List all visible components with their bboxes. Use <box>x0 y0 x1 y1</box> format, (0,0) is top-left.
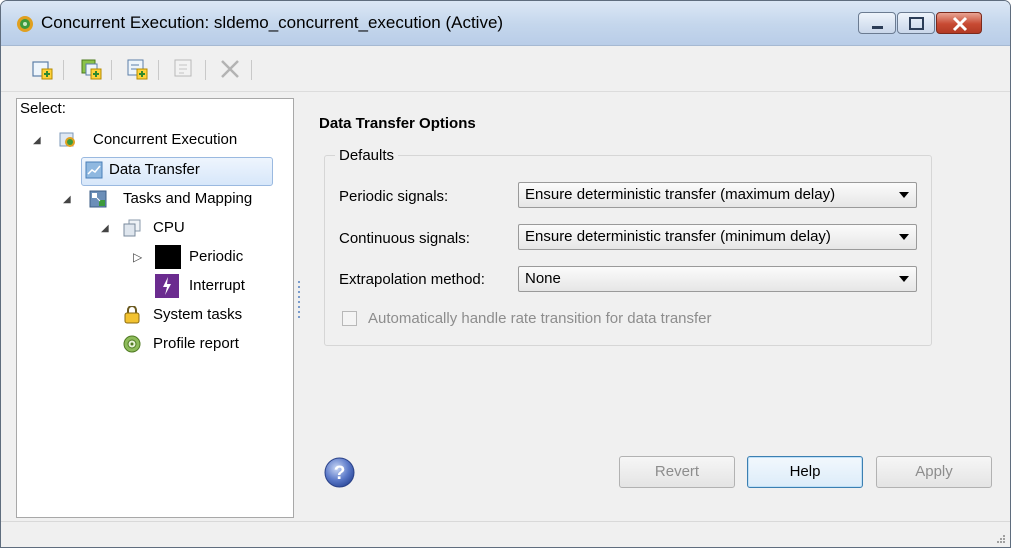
concurrent-execution-window: Concurrent Execution: sldemo_concurrent_… <box>0 0 1011 548</box>
continuous-signals-dropdown[interactable]: Ensure deterministic transfer (minimum d… <box>518 224 917 250</box>
tree-item-label: Periodic <box>189 248 244 265</box>
expand-arrow-icon[interactable]: ◢ <box>101 217 109 241</box>
close-button[interactable] <box>936 12 982 34</box>
collapsed-arrow-icon[interactable]: ▷ <box>133 245 142 269</box>
svg-text:?: ? <box>334 463 346 484</box>
expand-arrow-icon[interactable]: ◢ <box>33 129 41 153</box>
section-heading: Data Transfer Options <box>319 115 476 132</box>
profile-report-icon <box>123 335 141 353</box>
toolbar-separator <box>158 60 159 80</box>
expand-arrow-icon[interactable]: ◢ <box>63 188 71 212</box>
periodic-icon <box>155 245 181 269</box>
help-icon[interactable]: ? <box>324 457 355 488</box>
extrapolation-method-dropdown[interactable]: None <box>518 266 917 292</box>
periodic-signals-value: Ensure deterministic transfer (maximum d… <box>525 186 836 203</box>
tree-item-interrupt[interactable]: Interrupt <box>17 274 293 298</box>
chevron-down-icon <box>899 192 909 198</box>
tree-item-label: Profile report <box>153 335 239 352</box>
continuous-signals-value: Ensure deterministic transfer (minimum d… <box>525 228 831 245</box>
maximize-button[interactable] <box>897 12 935 34</box>
pane-splitter[interactable] <box>297 281 301 321</box>
tree-item-label: Interrupt <box>189 277 245 294</box>
toolbar <box>1 46 1010 92</box>
rate-transition-label: Automatically handle rate transition for… <box>368 310 712 327</box>
tree-pane: Select: ◢ Concurrent Execution Data Tran… <box>16 98 294 518</box>
revert-button[interactable]: Revert <box>619 456 735 488</box>
chevron-down-icon <box>899 276 909 282</box>
system-tasks-icon <box>124 306 140 324</box>
rate-transition-checkbox[interactable] <box>342 311 357 326</box>
window-title: Concurrent Execution: sldemo_concurrent_… <box>41 13 504 32</box>
tree-item-label: System tasks <box>153 306 243 323</box>
tree-item-cpu[interactable]: ◢ CPU <box>17 216 293 240</box>
defaults-group-label: Defaults <box>335 147 399 164</box>
tree-item-concurrent-execution[interactable]: ◢ Concurrent Execution <box>17 128 293 152</box>
concurrent-execution-icon <box>59 132 75 147</box>
tree-item-label: Data Transfer <box>109 161 200 178</box>
select-label: Select: <box>20 100 66 117</box>
status-bar <box>1 521 1010 547</box>
periodic-signals-label: Periodic signals: <box>339 188 449 205</box>
add-mapping-icon <box>174 59 192 77</box>
title-bar: Concurrent Execution: sldemo_concurrent_… <box>1 1 1010 46</box>
apply-button[interactable]: Apply <box>876 456 992 488</box>
tree-item-profile-report[interactable]: Profile report <box>17 332 293 356</box>
add-periodic-button[interactable] <box>125 57 149 81</box>
add-periodic-icon <box>127 59 148 80</box>
add-mapping-button[interactable] <box>172 57 196 81</box>
toolbar-separator <box>251 60 252 80</box>
minimize-icon <box>872 26 883 29</box>
delete-icon <box>221 60 239 78</box>
chevron-down-icon <box>899 234 909 240</box>
delete-button[interactable] <box>218 57 242 81</box>
tree-item-label: Tasks and Mapping <box>123 190 253 207</box>
toolbar-separator <box>111 60 112 80</box>
tree-item-label: CPU <box>153 219 185 236</box>
tasks-mapping-icon <box>89 190 107 208</box>
toolbar-separator <box>205 60 206 80</box>
tree-item-tasks-and-mapping[interactable]: ◢ Tasks and Mapping <box>17 187 293 211</box>
maximize-icon <box>909 17 924 30</box>
toolbar-separator <box>63 60 64 80</box>
extrapolation-method-label: Extrapolation method: <box>339 271 485 288</box>
periodic-signals-dropdown[interactable]: Ensure deterministic transfer (maximum d… <box>518 182 917 208</box>
help-button[interactable]: Help <box>747 456 863 488</box>
data-transfer-icon <box>85 161 103 179</box>
minimize-button[interactable] <box>858 12 896 34</box>
add-task-button[interactable] <box>30 57 54 81</box>
add-trigger-icon <box>81 59 102 80</box>
close-icon <box>952 16 968 32</box>
tree-item-data-transfer[interactable]: Data Transfer <box>17 158 293 182</box>
extrapolation-method-value: None <box>525 270 561 287</box>
tree-item-label: Concurrent Execution <box>93 131 238 148</box>
add-task-icon <box>32 61 53 80</box>
tree-item-periodic[interactable]: ▷ Periodic <box>17 245 293 269</box>
resize-grip-icon[interactable] <box>996 534 1006 544</box>
app-icon <box>17 16 33 32</box>
add-trigger-button[interactable] <box>79 57 103 81</box>
tree-item-system-tasks[interactable]: System tasks <box>17 303 293 327</box>
cpu-icon <box>123 219 141 237</box>
interrupt-icon <box>155 274 179 298</box>
continuous-signals-label: Continuous signals: <box>339 230 470 247</box>
